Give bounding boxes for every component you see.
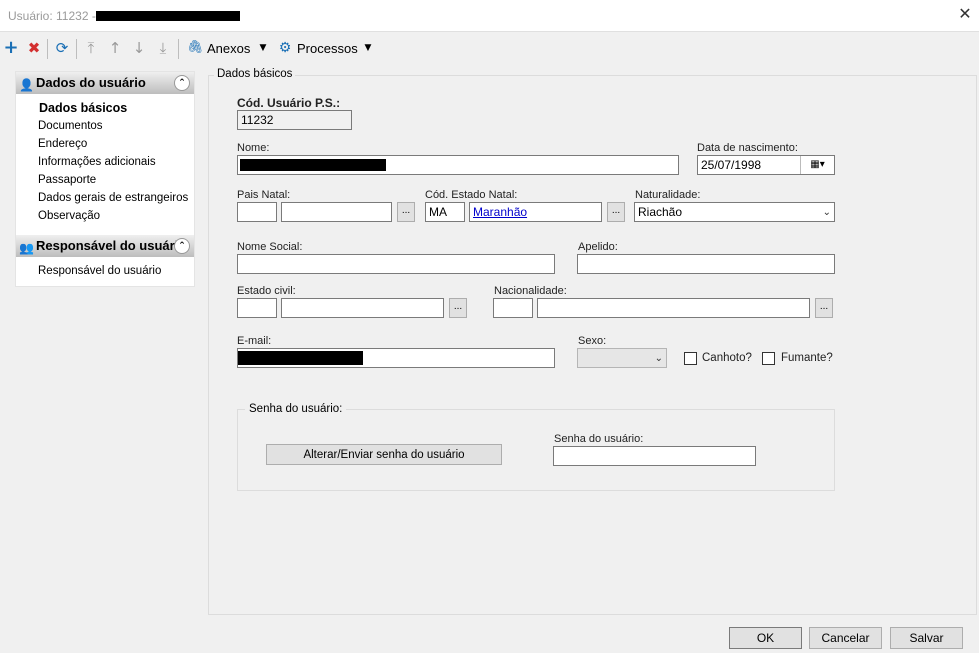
collapse-icon[interactable]: ⌃ xyxy=(174,238,190,254)
sidebar-item-info-adicionais[interactable]: Informações adicionais xyxy=(38,156,156,168)
calendar-icon[interactable]: ▦▾ xyxy=(800,156,834,174)
plus-icon[interactable]: + xyxy=(2,38,20,58)
nome-label: Nome: xyxy=(237,142,270,154)
senha-field[interactable] xyxy=(553,446,756,466)
pais-code-field[interactable] xyxy=(237,202,277,222)
redacted-username xyxy=(96,11,240,21)
sexo-select[interactable]: ⌄ xyxy=(577,348,667,368)
dropdown-arrow-icon[interactable]: ▼ xyxy=(359,38,377,58)
naturalidade-value: Riachão xyxy=(638,205,683,219)
user-icon: 👤 xyxy=(19,78,34,92)
estado-civil-lookup-button[interactable]: ... xyxy=(449,298,467,318)
section-title: Responsável do usuário xyxy=(36,238,187,253)
nacionalidade-lookup-button[interactable]: ... xyxy=(815,298,833,318)
fumante-checkbox[interactable] xyxy=(762,352,775,365)
chevron-down-icon: ⌄ xyxy=(822,207,831,218)
estado-code-field[interactable]: MA xyxy=(425,202,465,222)
user-group-icon: 👥 xyxy=(19,241,34,255)
close-icon[interactable]: ✕ xyxy=(955,5,975,25)
naturalidade-label: Naturalidade: xyxy=(635,189,701,201)
estado-label: Cód. Estado Natal: xyxy=(425,189,518,201)
email-label: E-mail: xyxy=(237,335,272,347)
nome-field[interactable] xyxy=(237,155,679,175)
pais-lookup-button[interactable]: ... xyxy=(397,202,415,222)
estado-name-field[interactable]: Maranhão xyxy=(469,202,602,222)
arrow-up-icon[interactable]: ↑ xyxy=(106,38,124,58)
nacionalidade-label: Nacionalidade: xyxy=(494,285,567,297)
ok-button[interactable]: OK xyxy=(729,627,802,649)
senha-group-title: Senha do usuário: xyxy=(245,403,347,415)
alterar-senha-button[interactable]: Alterar/Enviar senha do usuário xyxy=(266,444,502,465)
save-button[interactable]: Salvar xyxy=(890,627,963,649)
fumante-label: Fumante? xyxy=(781,352,833,364)
nascimento-label: Data de nascimento: xyxy=(697,142,798,154)
x-icon[interactable]: ✖ xyxy=(25,38,43,58)
senha-label: Senha do usuário: xyxy=(554,433,644,445)
apelido-label: Apelido: xyxy=(578,241,618,253)
cod-usuario-field: 11232 xyxy=(237,110,352,130)
pais-label: Pais Natal: xyxy=(237,189,291,201)
estado-civil-code-field[interactable] xyxy=(237,298,277,318)
section-responsavel[interactable]: 👥 Responsável do usuário ⌃ xyxy=(16,235,194,257)
nascimento-field[interactable]: 25/07/1998 ▦▾ xyxy=(697,155,835,175)
cod-usuario-label: Cód. Usuário P.S.: xyxy=(237,96,341,110)
sidebar-item-responsavel[interactable]: Responsável do usuário xyxy=(38,265,161,277)
sidebar-item-dados-basicos[interactable]: Dados básicos xyxy=(39,101,127,115)
sidebar-item-passaporte[interactable]: Passaporte xyxy=(38,174,96,186)
attachments-menu[interactable]: Anexos xyxy=(207,41,250,56)
sidebar-item-estrangeiros[interactable]: Dados gerais de estrangeiros xyxy=(38,192,188,204)
nascimento-value: 25/07/1998 xyxy=(701,158,762,172)
dropdown-arrow-icon[interactable]: ▼ xyxy=(254,38,272,58)
nacionalidade-name-field[interactable] xyxy=(537,298,810,318)
email-field[interactable] xyxy=(237,348,555,368)
paperclip-icon: 🖇 xyxy=(186,40,204,55)
title-bar: Usuário: 11232 - ✕ xyxy=(0,0,979,32)
processes-menu[interactable]: Processos xyxy=(297,41,358,56)
sidebar-item-observacao[interactable]: Observação xyxy=(38,210,100,222)
sidebar-item-endereco[interactable]: Endereço xyxy=(38,138,87,150)
arrow-bottom-icon[interactable]: ⤓ xyxy=(154,38,172,58)
estado-civil-label: Estado civil: xyxy=(237,285,296,297)
group-title: Dados básicos xyxy=(214,68,296,80)
arrow-down-icon[interactable]: ↓ xyxy=(130,38,148,58)
section-dados-usuario[interactable]: 👤 Dados do usuário ⌃ xyxy=(16,72,194,94)
chevron-down-icon: ⌄ xyxy=(654,353,663,364)
canhoto-label: Canhoto? xyxy=(702,352,752,364)
naturalidade-select[interactable]: Riachão ⌄ xyxy=(634,202,835,222)
nome-social-label: Nome Social: xyxy=(237,241,303,253)
toolbar: + ✖ ⟳ ⤒ ↑ ↓ ⤓ 🖇 Anexos ▼ ⚙ Processos ▼ xyxy=(0,34,979,62)
pais-name-field[interactable] xyxy=(281,202,392,222)
sidebar: 👤 Dados do usuário ⌃ Dados básicos Docum… xyxy=(15,71,195,287)
sidebar-item-documentos[interactable]: Documentos xyxy=(38,120,103,132)
estado-civil-name-field[interactable] xyxy=(281,298,444,318)
cancel-button[interactable]: Cancelar xyxy=(809,627,882,649)
canhoto-checkbox[interactable] xyxy=(684,352,697,365)
apelido-field[interactable] xyxy=(577,254,835,274)
gear-icon: ⚙ xyxy=(278,40,292,56)
sexo-label: Sexo: xyxy=(578,335,607,347)
refresh-icon[interactable]: ⟳ xyxy=(53,38,71,58)
nome-social-field[interactable] xyxy=(237,254,555,274)
arrow-top-icon[interactable]: ⤒ xyxy=(82,38,100,58)
nacionalidade-code-field[interactable] xyxy=(493,298,533,318)
collapse-icon[interactable]: ⌃ xyxy=(174,75,190,91)
estado-name-link[interactable]: Maranhão xyxy=(473,205,527,219)
window-title: Usuário: 11232 - xyxy=(8,9,96,23)
estado-lookup-button[interactable]: ... xyxy=(607,202,625,222)
section-title: Dados do usuário xyxy=(36,75,146,90)
